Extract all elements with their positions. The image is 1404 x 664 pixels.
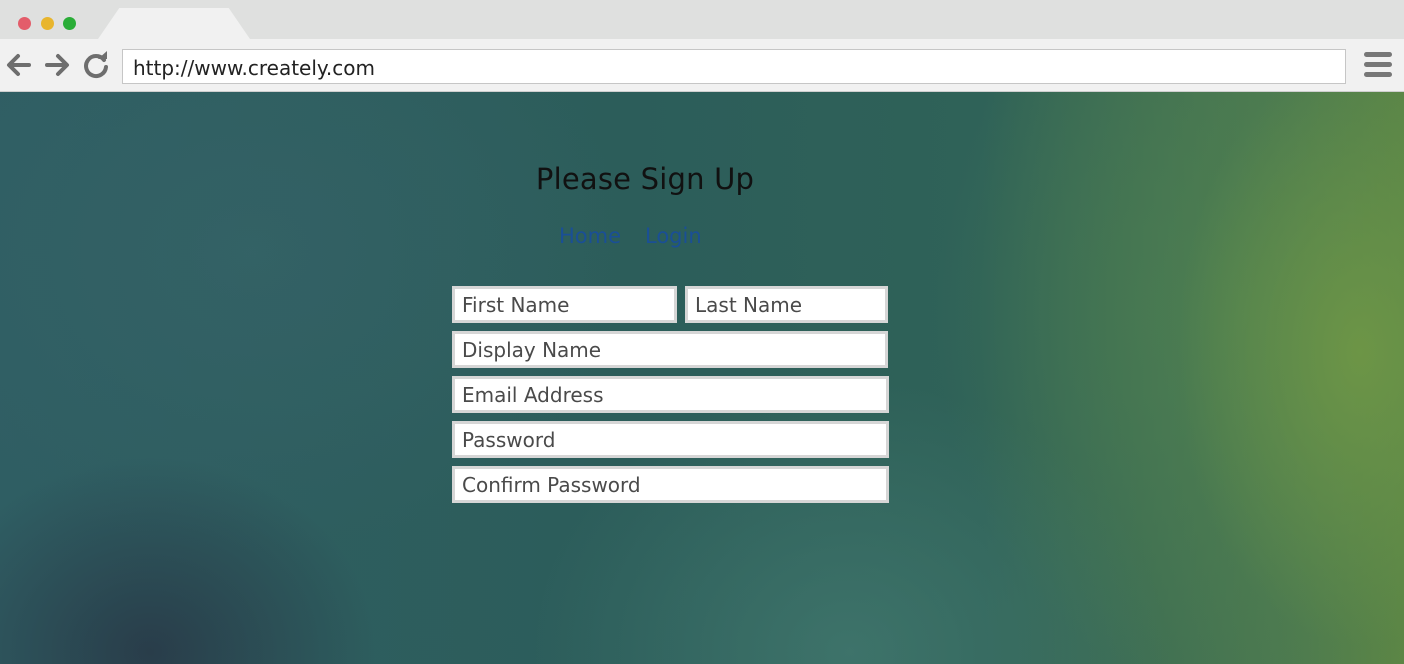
hamburger-menu-icon[interactable] — [1362, 51, 1394, 79]
nav-link-login[interactable]: Login — [645, 224, 702, 248]
arrow-right-icon[interactable] — [43, 51, 71, 79]
address-bar-url: http://www.creately.com — [133, 56, 375, 80]
page-content: Please Sign Up Home Login — [0, 92, 1404, 664]
password-field[interactable] — [452, 421, 889, 458]
page-title: Please Sign Up — [535, 162, 755, 196]
reload-icon[interactable] — [82, 51, 110, 79]
maximize-window-button[interactable] — [63, 17, 76, 30]
browser-tab[interactable] — [98, 8, 250, 39]
browser-toolbar: http://www.creately.com — [0, 39, 1404, 92]
close-window-button[interactable] — [18, 17, 31, 30]
confirm-password-field[interactable] — [452, 466, 889, 503]
minimize-window-button[interactable] — [41, 17, 54, 30]
browser-titlebar — [0, 0, 1404, 39]
display-name-field[interactable] — [452, 331, 888, 368]
email-field[interactable] — [452, 376, 889, 413]
first-name-field[interactable] — [452, 286, 677, 323]
nav-link-home[interactable]: Home — [559, 224, 621, 248]
arrow-left-icon[interactable] — [5, 51, 33, 79]
last-name-field[interactable] — [685, 286, 888, 323]
address-bar[interactable]: http://www.creately.com — [122, 49, 1346, 84]
